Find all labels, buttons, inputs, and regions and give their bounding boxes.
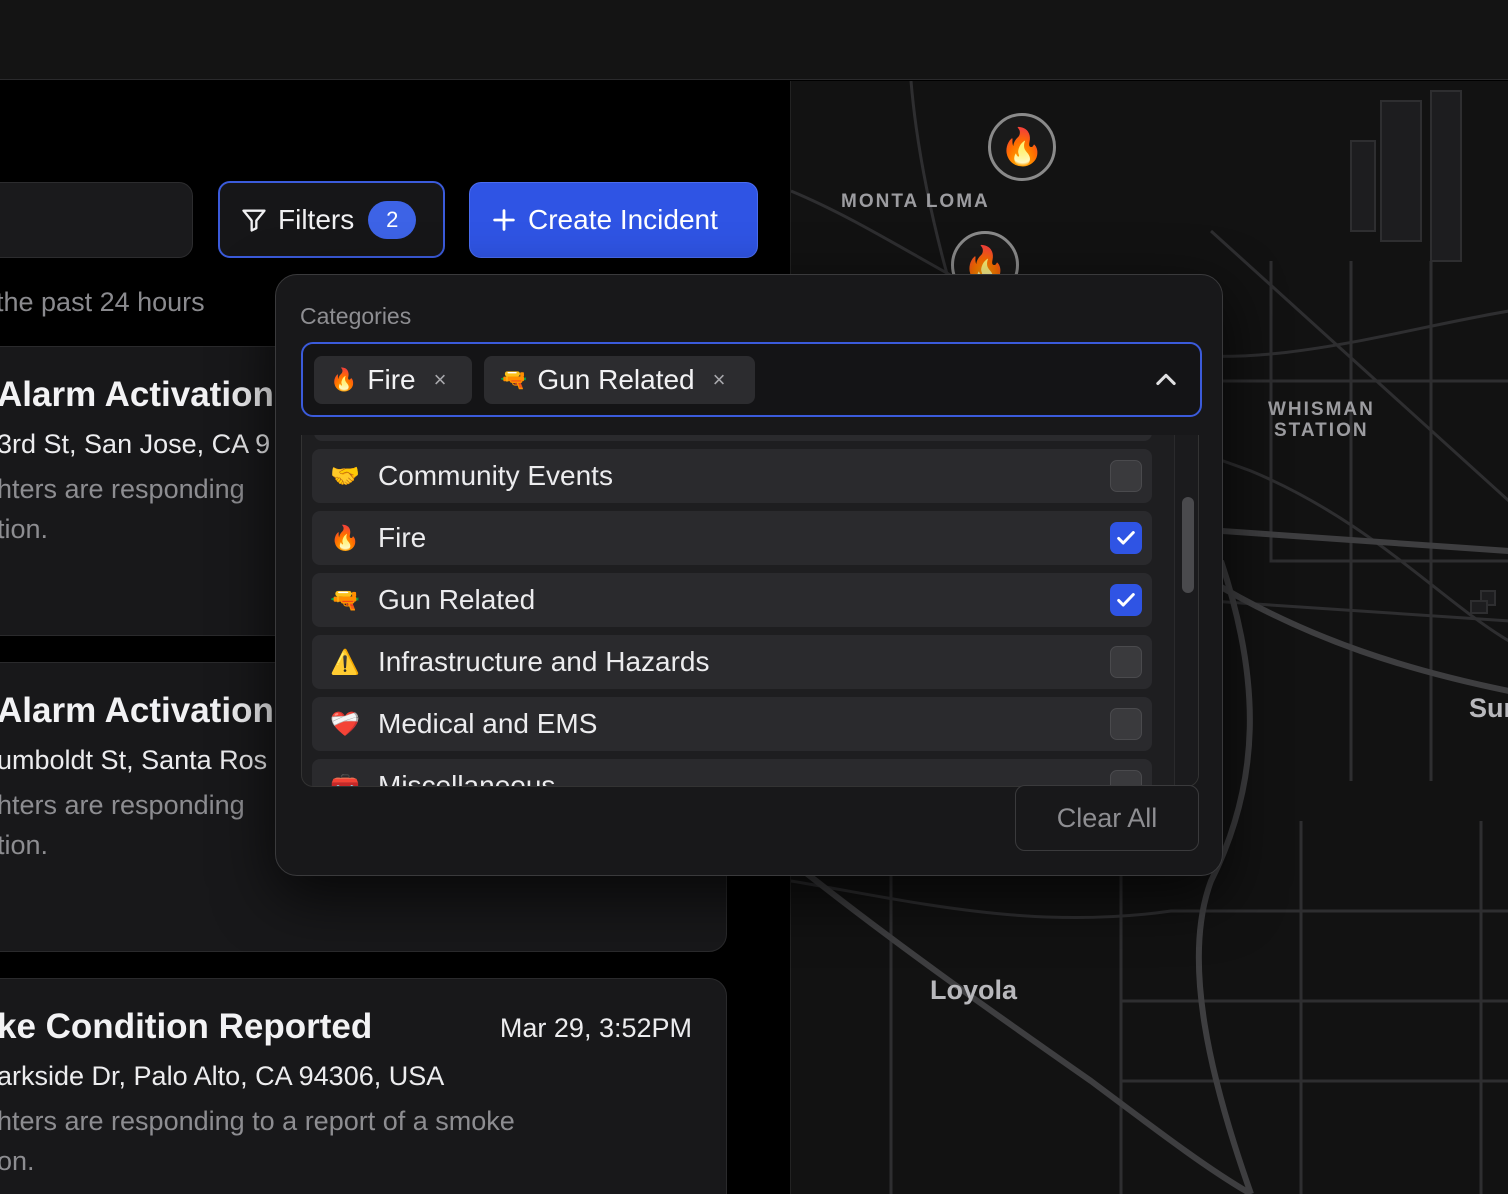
map-label-sur: Sur <box>1469 693 1508 723</box>
categories-label: Categories <box>300 303 412 329</box>
option-gun-related[interactable]: 🔫 Gun Related <box>312 573 1152 627</box>
chip-label: Gun Related <box>537 364 695 395</box>
option-checkbox[interactable] <box>1110 522 1142 554</box>
map-label-monta-loma: MONTA LOMA <box>841 191 990 212</box>
map-label-whisman: WHISMAN <box>1268 399 1375 420</box>
create-incident-label: Create Incident <box>528 204 718 235</box>
option-label: Gun Related <box>378 584 536 615</box>
incident-address: umboldt St, Santa Ros <box>0 745 268 775</box>
gun-icon: 🔫 <box>330 586 360 614</box>
option-label: Community Events <box>378 460 613 491</box>
checkmark-icon <box>1117 531 1135 545</box>
toolbox-icon: 🧰 <box>330 772 360 787</box>
incident-title: Alarm Activation <box>0 375 274 414</box>
selected-chip-gun-related: 🔫 Gun Related × <box>484 356 755 404</box>
option-fire[interactable]: 🔥 Fire <box>312 511 1152 565</box>
incident-description: tion. <box>0 514 49 544</box>
fire-icon: 🔥 <box>330 524 360 552</box>
filter-icon <box>242 209 266 232</box>
option-checkbox[interactable] <box>1110 646 1142 678</box>
incident-description: tion. <box>0 830 49 860</box>
option-infrastructure-and-hazards[interactable]: ⚠️ Infrastructure and Hazards <box>312 635 1152 689</box>
incident-card[interactable]: ke Condition Reported Mar 29, 3:52PM ark… <box>0 978 727 1194</box>
remove-chip-icon[interactable]: × <box>713 367 726 393</box>
incident-date: Mar 29, 3:52PM <box>499 1013 692 1043</box>
option-medical-and-ems[interactable]: ❤️‍🩹 Medical and EMS <box>312 697 1152 751</box>
time-range-text: the past 24 hours <box>0 287 205 317</box>
categories-option-list[interactable]: 🤝 Community Events 🔥 Fire 🔫 Gun Related … <box>301 435 1199 787</box>
option-label: Miscellaneous <box>378 770 556 787</box>
chevron-up-icon[interactable] <box>1152 366 1180 394</box>
gun-icon: 🔫 <box>500 367 528 392</box>
option-community-events[interactable]: 🤝 Community Events <box>312 449 1152 503</box>
incident-title: ke Condition Reported <box>0 1007 373 1046</box>
option-label: Fire <box>378 522 427 553</box>
option-checkbox[interactable] <box>1110 708 1142 740</box>
mending-heart-icon: ❤️‍🩹 <box>330 710 360 738</box>
incident-title: Alarm Activation <box>0 691 274 730</box>
option-label: Infrastructure and Hazards <box>378 646 710 677</box>
map-label-loyola: Loyola <box>930 975 1018 1005</box>
option-checkbox[interactable] <box>1110 460 1142 492</box>
incident-description: hters are responding to a report of a sm… <box>0 1106 515 1136</box>
option-list-scrollbar[interactable] <box>1174 435 1198 786</box>
incident-address: 3rd St, San Jose, CA 9 <box>0 429 271 459</box>
filters-label: Filters <box>278 203 355 235</box>
option-label: Medical and EMS <box>378 708 598 739</box>
option-checkbox[interactable] <box>1110 584 1142 616</box>
categories-multiselect[interactable]: 🔥 Fire × 🔫 Gun Related × <box>301 342 1202 417</box>
filters-count-badge: 2 <box>368 200 417 239</box>
search-input[interactable] <box>0 182 193 258</box>
scrollbar-thumb[interactable] <box>1182 497 1194 593</box>
filters-popover: Categories 🔥 Fire × 🔫 Gun Related × 🤝 Co… <box>275 274 1223 876</box>
chip-label: Fire <box>367 364 416 395</box>
fire-icon: 🔥 <box>330 367 358 392</box>
option-miscellaneous[interactable]: 🧰 Miscellaneous <box>312 759 1152 787</box>
top-bar <box>0 0 1508 80</box>
remove-chip-icon[interactable]: × <box>434 367 447 393</box>
incident-description: on. <box>0 1146 35 1176</box>
incident-description: hters are responding <box>0 474 245 504</box>
warning-icon: ⚠️ <box>330 648 360 676</box>
create-incident-button[interactable]: Create Incident <box>469 182 758 258</box>
checkmark-icon <box>1117 593 1135 607</box>
plus-icon <box>493 209 515 231</box>
fire-marker-icon[interactable]: 🔥 <box>988 113 1056 181</box>
selected-chip-fire: 🔥 Fire × <box>314 356 472 404</box>
clear-all-button[interactable]: Clear All <box>1015 785 1199 851</box>
incident-address: arkside Dr, Palo Alto, CA 94306, USA <box>0 1061 445 1091</box>
incident-description: hters are responding <box>0 790 245 820</box>
filters-button[interactable]: Filters 2 <box>218 181 445 258</box>
handshake-icon: 🤝 <box>330 462 360 490</box>
map-label-station: STATION <box>1274 420 1369 441</box>
